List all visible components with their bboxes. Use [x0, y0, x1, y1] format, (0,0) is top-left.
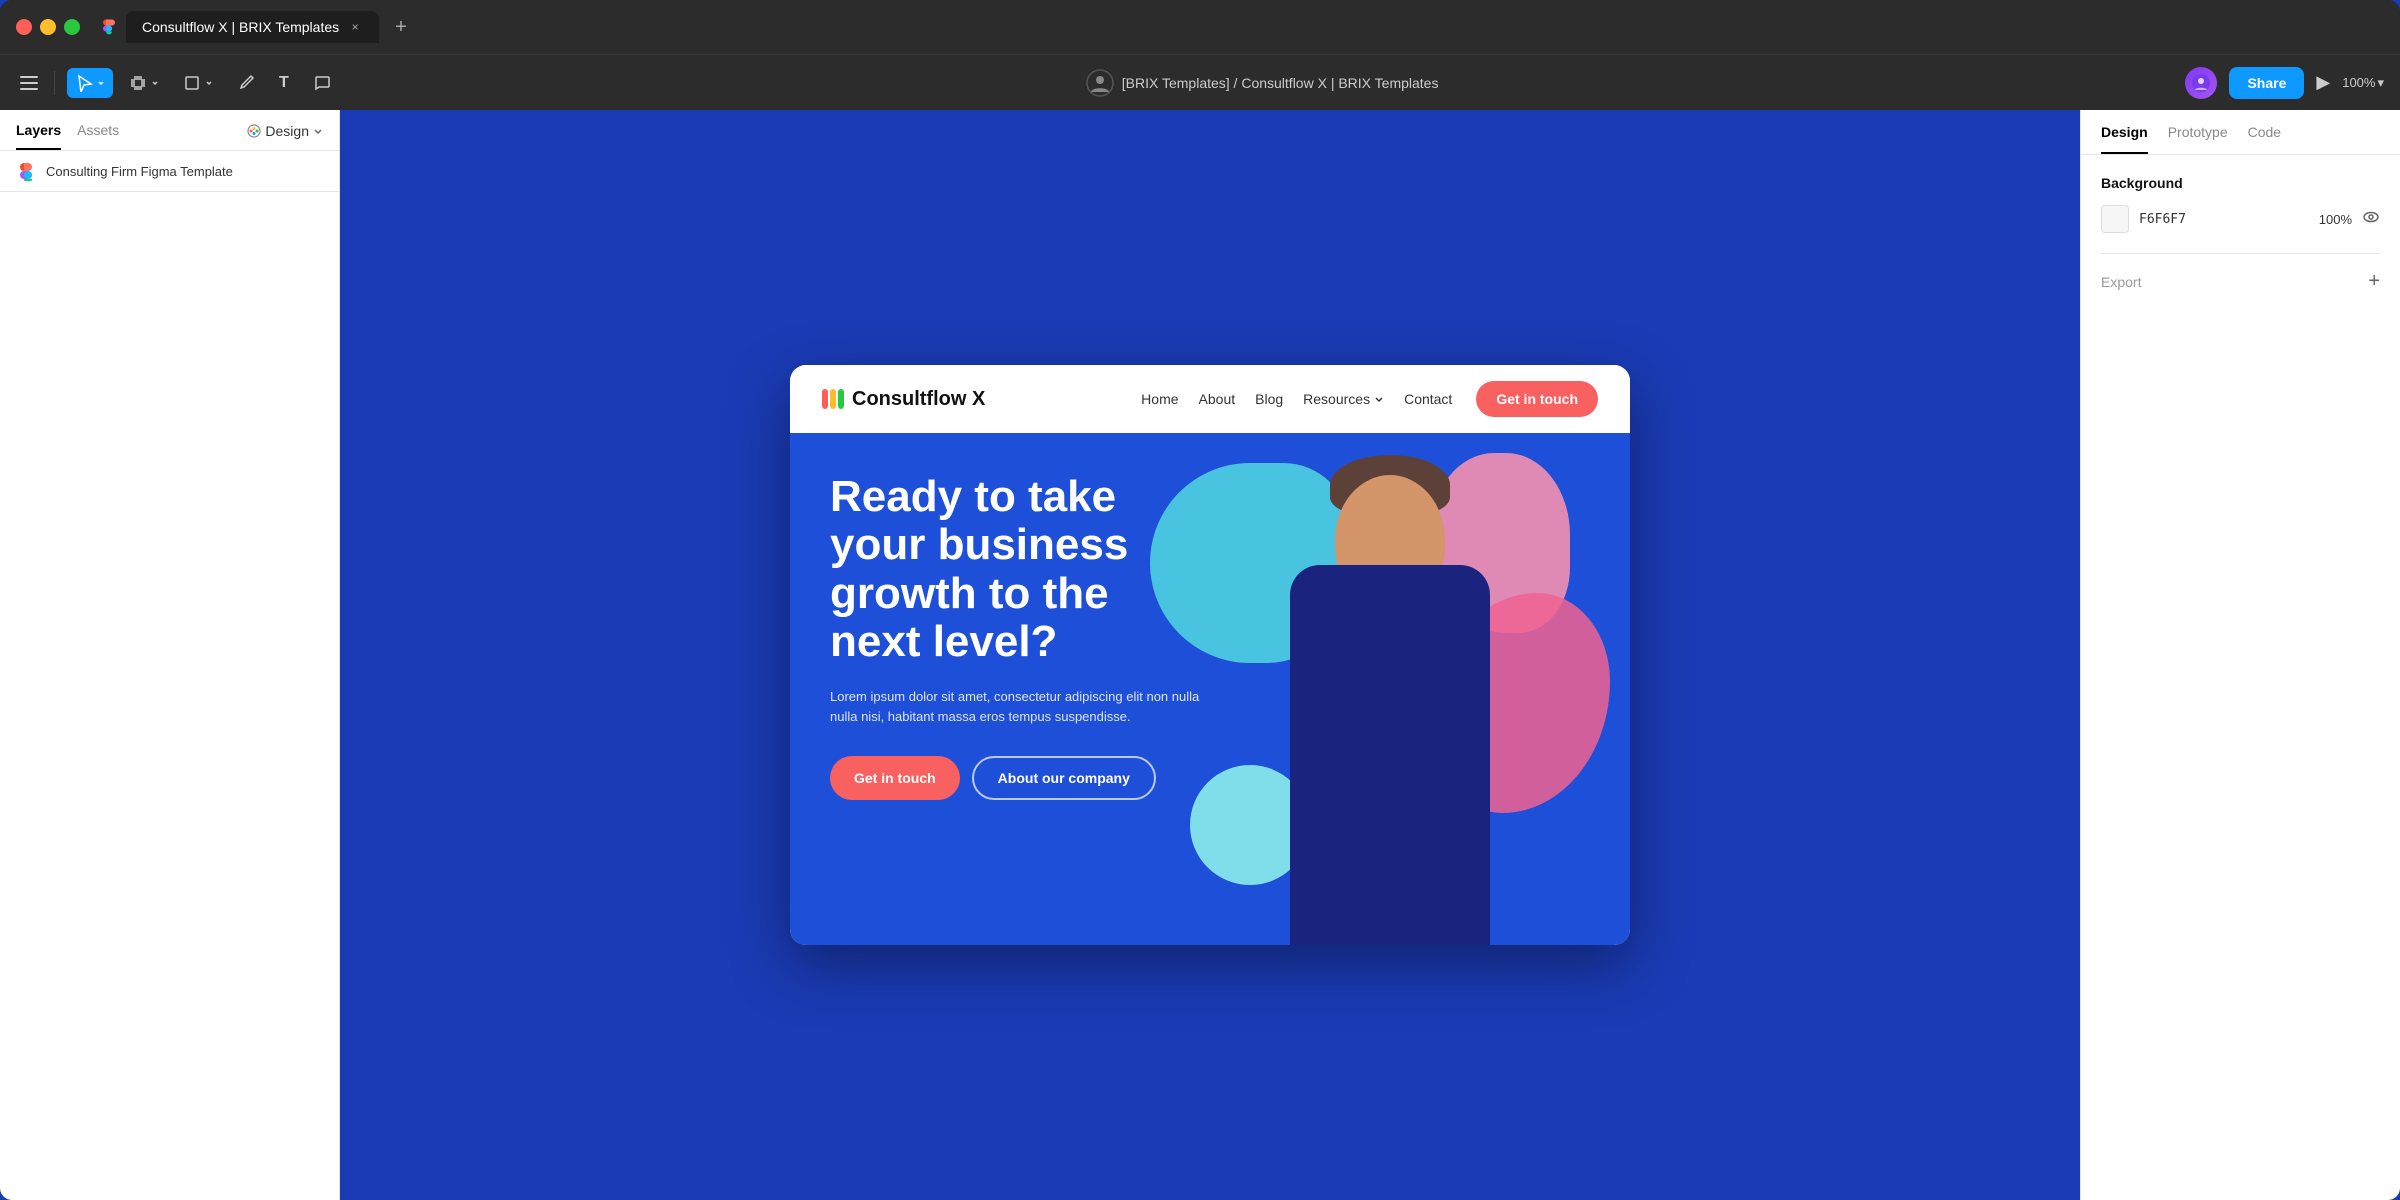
background-section: Background F6F6F7 100%: [2101, 175, 2380, 233]
design-label: Design: [265, 123, 309, 139]
nav-link-contact[interactable]: Contact: [1404, 391, 1452, 407]
person-body: [1290, 565, 1490, 945]
tab-prototype[interactable]: Prototype: [2168, 124, 2228, 154]
layer-item[interactable]: Consulting Firm Figma Template: [0, 151, 339, 191]
text-tool-label: T: [279, 74, 289, 92]
select-tool-btn[interactable]: [67, 68, 113, 98]
person-silhouette: [1230, 465, 1550, 945]
frame-tool-btn[interactable]: [121, 68, 167, 98]
toolbar-right: Share ▶ 100% ▾: [2185, 67, 2384, 99]
export-row: Export +: [2101, 270, 2380, 293]
tab-title: Consultflow X | BRIX Templates: [142, 19, 339, 35]
breadcrumb: [BRIX Templates] / Consultflow X | BRIX …: [1122, 75, 1439, 91]
user-profile-icon: [1086, 69, 1114, 97]
nav-link-home[interactable]: Home: [1141, 391, 1178, 407]
logo-stripe-red: [822, 389, 828, 409]
logo-stripe-green: [838, 389, 844, 409]
tab-bar: Consultflow X | BRIX Templates × +: [0, 0, 2400, 54]
pen-icon: [237, 74, 255, 92]
close-button[interactable]: [16, 19, 32, 35]
figma-toolbar: T [BRIX Templates] / Consultflow X | BRI…: [0, 54, 2400, 110]
visibility-toggle[interactable]: [2362, 208, 2380, 231]
left-panel-tabs: Layers Assets Design: [0, 110, 339, 151]
avatar-icon: [2191, 73, 2211, 93]
background-opacity[interactable]: 100%: [2319, 212, 2352, 227]
site-logo: Consultflow X: [822, 388, 985, 411]
background-color-swatch[interactable]: [2101, 205, 2129, 233]
cursor-icon: [75, 74, 93, 92]
maximize-button[interactable]: [64, 19, 80, 35]
nav-link-blog[interactable]: Blog: [1255, 391, 1283, 407]
background-color-row: F6F6F7 100%: [2101, 205, 2380, 233]
tab-layers[interactable]: Layers: [16, 122, 61, 150]
window-controls: [16, 19, 80, 35]
comment-tool-btn[interactable]: [305, 68, 339, 98]
hero-content: Ready to take your business growth to th…: [830, 473, 1210, 800]
right-panel-content: Background F6F6F7 100%: [2081, 155, 2400, 313]
nav-link-resources[interactable]: Resources: [1303, 391, 1384, 407]
pen-tool-btn[interactable]: [229, 68, 263, 98]
nav-cta-button[interactable]: Get in touch: [1476, 381, 1598, 417]
share-button[interactable]: Share: [2229, 67, 2304, 99]
figma-layer-icon: [16, 161, 36, 181]
right-panel-tabs: Design Prototype Code: [2081, 110, 2400, 155]
hamburger-menu[interactable]: [16, 72, 42, 94]
shape-dropdown-icon: [205, 79, 213, 87]
text-tool-btn[interactable]: T: [271, 68, 297, 98]
export-add-btn[interactable]: +: [2368, 270, 2380, 293]
hero-section: Ready to take your business growth to th…: [790, 433, 1630, 945]
active-tab[interactable]: Consultflow X | BRIX Templates ×: [126, 11, 379, 43]
nav-link-about[interactable]: About: [1199, 391, 1236, 407]
hero-cta-secondary[interactable]: About our company: [972, 756, 1156, 800]
tab-assets[interactable]: Assets: [77, 122, 119, 150]
palette-icon: [247, 124, 261, 138]
website-frame: Consultflow X Home About Blog Resources …: [790, 365, 1630, 945]
background-label: Background: [2101, 175, 2380, 191]
eye-icon: [2362, 208, 2380, 226]
breadcrumb-text: [BRIX Templates] / Consultflow X | BRIX …: [1122, 75, 1439, 91]
zoom-control[interactable]: 100% ▾: [2342, 75, 2384, 91]
hero-buttons: Get in touch About our company: [830, 756, 1210, 800]
site-navbar: Consultflow X Home About Blog Resources …: [790, 365, 1630, 433]
export-label: Export: [2101, 274, 2141, 290]
play-button[interactable]: ▶: [2316, 72, 2330, 93]
person-image: [1230, 465, 1550, 945]
design-mode-dropdown[interactable]: Design: [247, 122, 323, 150]
right-panel: Design Prototype Code Background F6F6F7 …: [2080, 110, 2400, 1200]
logo-stripe-yellow: [830, 389, 836, 409]
panel-divider: [0, 191, 339, 192]
rectangle-icon: [183, 74, 201, 92]
logo-text: Consultflow X: [852, 388, 985, 411]
left-panel: Layers Assets Design: [0, 110, 340, 1200]
layer-label: Consulting Firm Figma Template: [46, 164, 233, 179]
export-section: Export +: [2101, 253, 2380, 293]
shape-tool-btn[interactable]: [175, 68, 221, 98]
select-dropdown-icon: [97, 79, 105, 87]
hero-title: Ready to take your business growth to th…: [830, 473, 1210, 667]
hero-description: Lorem ipsum dolor sit amet, consectetur …: [830, 687, 1210, 729]
tab-design[interactable]: Design: [2101, 124, 2148, 154]
comment-icon: [313, 74, 331, 92]
nav-links: Home About Blog Resources Contact: [1141, 391, 1452, 407]
divider-1: [54, 71, 55, 95]
main-area: Layers Assets Design: [0, 110, 2400, 1200]
tab-code[interactable]: Code: [2248, 124, 2281, 154]
figma-logo-icon: [100, 18, 118, 36]
background-color-hex[interactable]: F6F6F7: [2139, 212, 2186, 227]
new-tab-btn[interactable]: +: [387, 12, 415, 43]
user-avatar: [2185, 67, 2217, 99]
toolbar-center: [BRIX Templates] / Consultflow X | BRIX …: [347, 69, 2178, 97]
minimize-button[interactable]: [40, 19, 56, 35]
browser-window: Consultflow X | BRIX Templates × +: [0, 0, 2400, 1200]
resources-chevron-icon: [1374, 394, 1384, 404]
frame-dropdown-icon: [151, 79, 159, 87]
canvas-area[interactable]: Consultflow X Home About Blog Resources …: [340, 110, 2080, 1200]
frame-icon: [129, 74, 147, 92]
hero-cta-primary[interactable]: Get in touch: [830, 756, 960, 800]
logo-rainbow: [822, 389, 844, 409]
tab-close-btn[interactable]: ×: [347, 19, 363, 35]
chevron-down-icon: [313, 126, 323, 136]
